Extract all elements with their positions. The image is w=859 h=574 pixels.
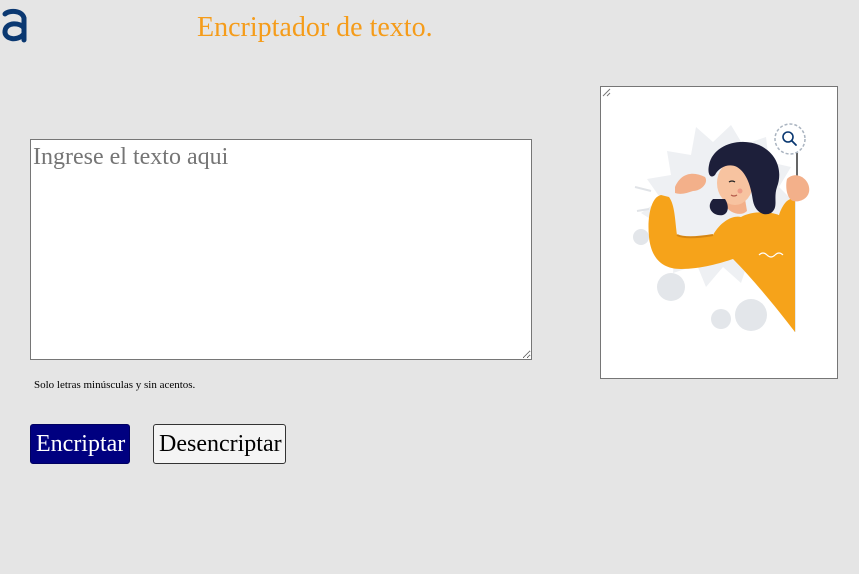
page: Encriptador de texto. Solo letras minúsc… (0, 0, 859, 574)
resize-grip-icon[interactable] (601, 87, 611, 97)
decrypt-button[interactable]: Desencriptar (153, 424, 286, 464)
page-title: Encriptador de texto. (197, 12, 433, 43)
output-panel[interactable] (600, 86, 838, 379)
person-searching-illustration (633, 123, 837, 378)
text-input[interactable] (30, 139, 532, 360)
encrypt-button[interactable]: Encriptar (30, 424, 130, 464)
input-hint: Solo letras minúsculas y sin acentos. (34, 379, 196, 391)
alura-logo-icon (2, 8, 27, 43)
